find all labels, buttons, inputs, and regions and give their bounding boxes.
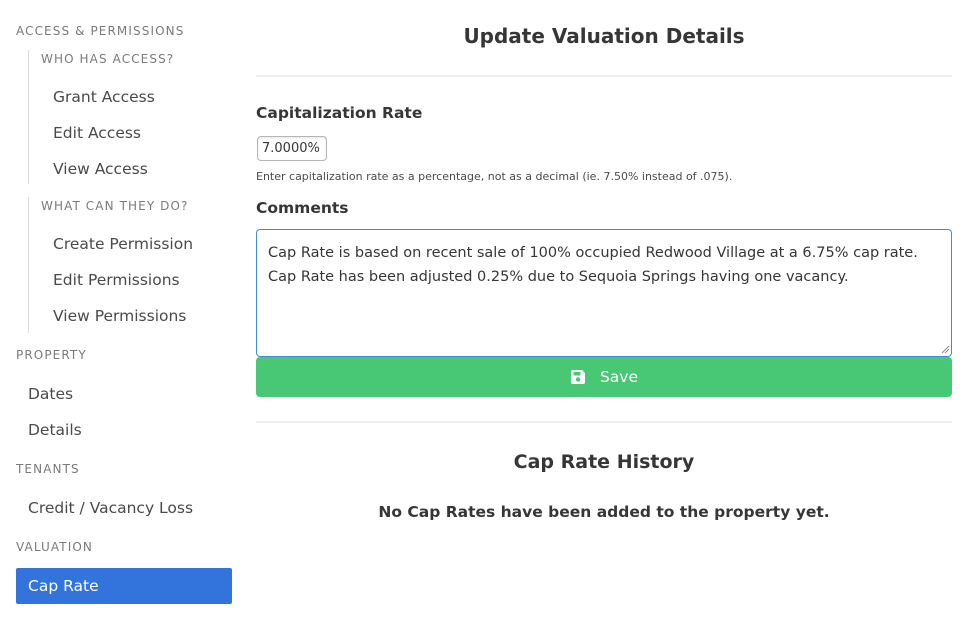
comments-textarea[interactable]: Cap Rate is based on recent sale of 100%… bbox=[256, 229, 952, 357]
menu-label-valuation: Valuation bbox=[16, 540, 93, 554]
cap-rate-help-text: Enter capitalization rate as a percentag… bbox=[256, 170, 733, 183]
cap-rate-label: Capitalization Rate bbox=[256, 104, 423, 122]
cap-rate-history-title: Cap Rate History bbox=[513, 451, 695, 473]
sidebar-item-grant-access[interactable]: Grant Access bbox=[41, 79, 232, 115]
save-button-label: Save bbox=[599, 368, 639, 386]
sidebar-item-details[interactable]: Details bbox=[16, 412, 232, 448]
resize-handle-icon[interactable] bbox=[940, 344, 950, 354]
nested-list-border bbox=[28, 197, 29, 333]
sidebar-item-edit-access[interactable]: Edit Access bbox=[41, 115, 232, 151]
app-window: Access & Permissions Who has access? Gra… bbox=[0, 0, 973, 630]
menu-label-tenants: Tenants bbox=[16, 462, 80, 476]
floppy-disk-icon bbox=[570, 370, 585, 384]
cap-rate-input[interactable] bbox=[257, 136, 327, 161]
sidebar-item-cap-rate[interactable]: Cap Rate bbox=[16, 568, 232, 604]
menu-label-access-permissions: Access & Permissions bbox=[16, 24, 185, 38]
sidebar-item-dates[interactable]: Dates bbox=[16, 376, 232, 412]
nested-list-border bbox=[28, 50, 29, 184]
sidebar-item-view-permissions[interactable]: View Permissions bbox=[41, 298, 232, 334]
divider bbox=[256, 421, 952, 423]
sidebar-item-credit-vacancy-loss[interactable]: Credit / Vacancy Loss bbox=[16, 490, 232, 526]
page-title: Update Valuation Details bbox=[463, 24, 745, 48]
main-content: Update Valuation Details Capitalization … bbox=[256, 0, 952, 630]
menu-label-what-can-they-do: What can they do? bbox=[41, 199, 189, 213]
menu-label-who-has-access: Who has access? bbox=[41, 52, 175, 66]
divider bbox=[256, 75, 952, 77]
comments-label: Comments bbox=[256, 199, 349, 217]
sidebar-item-create-permission[interactable]: Create Permission bbox=[41, 226, 232, 262]
cap-rate-history-empty-message: No Cap Rates have been added to the prop… bbox=[378, 503, 830, 521]
sidebar-item-edit-permissions[interactable]: Edit Permissions bbox=[41, 262, 232, 298]
menu-label-property: Property bbox=[16, 348, 87, 362]
sidebar-menu: Access & Permissions Who has access? Gra… bbox=[16, 0, 232, 630]
save-button[interactable]: Save bbox=[256, 357, 952, 397]
sidebar-item-view-access[interactable]: View Access bbox=[41, 151, 232, 187]
